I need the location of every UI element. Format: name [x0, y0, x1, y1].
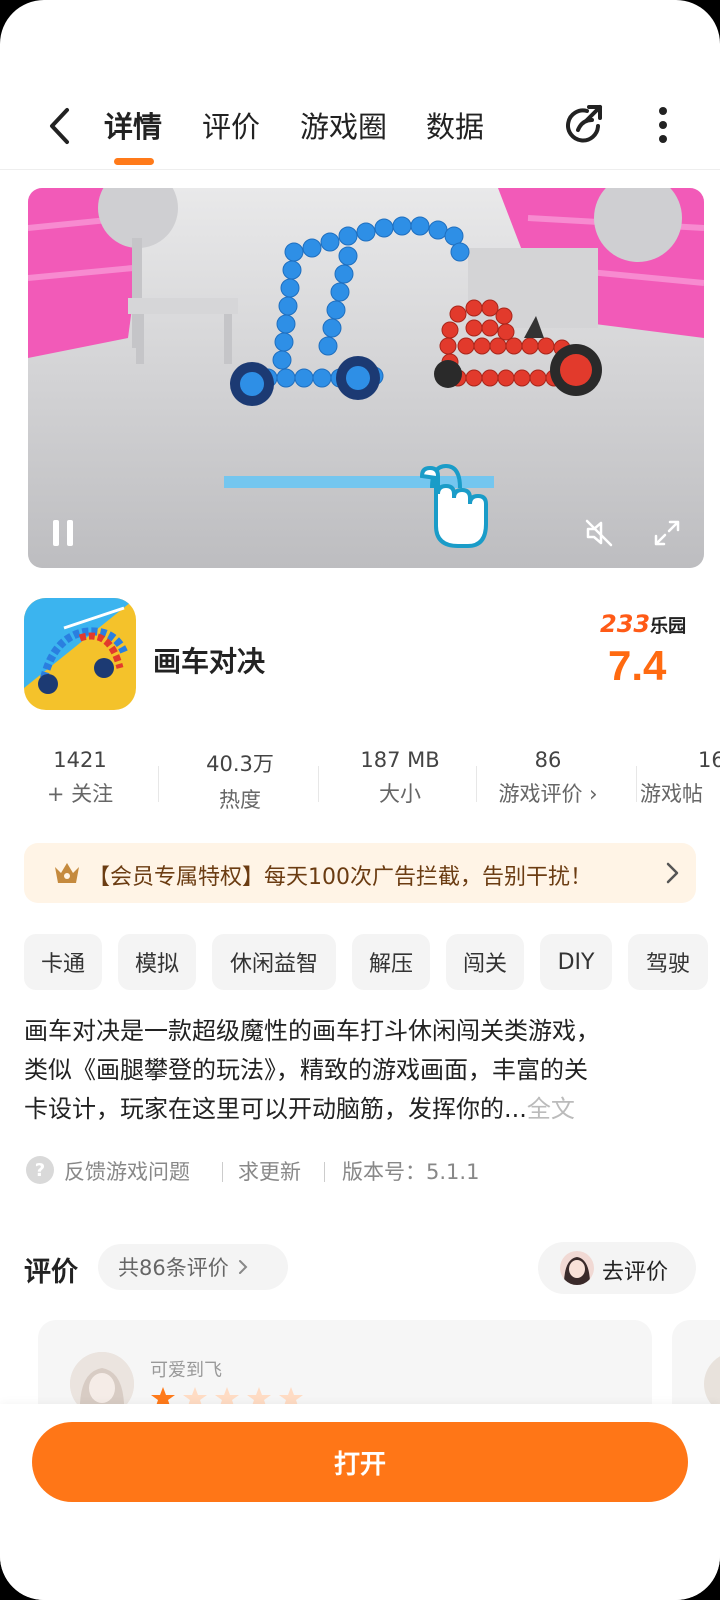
- stat-size: 187 MB 大小: [330, 748, 470, 808]
- vip-banner[interactable]: 【会员专属特权】每天100次广告拦截，告别干扰！: [24, 843, 696, 903]
- app-score: 7.4: [608, 642, 667, 689]
- tab-details[interactable]: 详情: [104, 104, 162, 146]
- video-frame: [28, 188, 704, 568]
- tab-data[interactable]: 数据: [426, 104, 484, 146]
- tag-chip[interactable]: 模拟: [118, 934, 196, 990]
- divider: [318, 766, 319, 802]
- request-update-link[interactable]: 求更新: [238, 1156, 301, 1186]
- divider: [222, 1162, 223, 1182]
- description-line: 类似《画腿攀登的玩法》，精致的游戏画面，丰富的关: [24, 1056, 588, 1084]
- stat-value: 187 MB: [360, 748, 440, 772]
- question-icon: ?: [26, 1156, 54, 1184]
- expand-description-link[interactable]: 全文: [527, 1095, 575, 1123]
- tag-chip[interactable]: DIY: [540, 934, 612, 990]
- stat-reviews[interactable]: 86 游戏评价 ›: [478, 748, 618, 808]
- tag-chip[interactable]: 解压: [352, 934, 430, 990]
- brand-number: 233: [600, 610, 651, 638]
- top-nav: 详情 评价 游戏圈 数据: [0, 96, 720, 170]
- stat-label: 热度: [219, 788, 261, 812]
- pause-icon[interactable]: [50, 518, 76, 548]
- reviews-heading: 评价: [24, 1257, 78, 1288]
- stat-value: 16: [698, 748, 720, 772]
- bottom-action-bar: 打开: [0, 1404, 720, 1600]
- share-icon[interactable]: [562, 102, 608, 148]
- divider: [476, 766, 477, 802]
- description-line: 画车对决是一款超级魔性的画车打斗休闲闯关类游戏，: [24, 1017, 600, 1045]
- description-text: 卡设计，玩家在这里可以开动脑筋，发挥你的...: [24, 1095, 527, 1123]
- stats-row: 1421 + 关注 40.3万 热度 187 MB 大小 86 游戏评价 › 1…: [0, 748, 720, 818]
- tag-chip[interactable]: 卡通: [24, 934, 102, 990]
- version-label: 版本号：5.1.1: [342, 1160, 480, 1184]
- avatar: [560, 1251, 594, 1285]
- reviewer-name: 可爱到飞: [150, 1360, 222, 1381]
- app-icon: [24, 598, 136, 710]
- chevron-right-icon: [664, 861, 680, 885]
- divider: [636, 766, 637, 802]
- stat-label: + 关注: [46, 782, 114, 806]
- write-review-button[interactable]: 去评价: [538, 1242, 696, 1294]
- description-line: 卡设计，玩家在这里可以开动脑筋，发挥你的...全文: [24, 1090, 696, 1129]
- tag-chip[interactable]: 休闲益智: [212, 934, 336, 990]
- divider: [158, 766, 159, 802]
- stat-value: 40.3万: [206, 752, 274, 776]
- stat-label: 游戏评价 ›: [498, 782, 598, 806]
- game-description: 画车对决是一款超级魔性的画车打斗休闲闯关类游戏， 类似《画腿攀登的玩法》，精致的…: [24, 1012, 696, 1129]
- tag-chip[interactable]: 驾驶: [628, 934, 708, 990]
- stat-follow[interactable]: 1421 + 关注: [10, 748, 150, 808]
- tag-chip[interactable]: 闯关: [446, 934, 524, 990]
- feedback-row: ? 反馈游戏问题 求更新 版本号：5.1.1: [24, 1154, 696, 1188]
- open-game-button[interactable]: 打开: [32, 1422, 688, 1502]
- fullscreen-icon[interactable]: [652, 518, 682, 548]
- review-count-label: 共86条评价: [118, 1256, 229, 1280]
- tab-reviews[interactable]: 评价: [202, 104, 260, 146]
- report-issue-link[interactable]: 反馈游戏问题: [64, 1156, 190, 1186]
- mute-icon[interactable]: [584, 518, 614, 548]
- back-arrow-icon[interactable]: [40, 106, 80, 146]
- app-screen: 详情 评价 游戏圈 数据 画车对决 233乐园 7.4 1421 + 关注 40…: [0, 0, 720, 1600]
- stat-heat: 40.3万 热度: [170, 748, 310, 814]
- review-count-button[interactable]: 共86条评价: [98, 1244, 288, 1290]
- vip-text: 【会员专属特权】每天100次广告拦截，告别干扰！: [88, 865, 592, 890]
- stat-label: 游戏帖: [640, 782, 703, 806]
- stat-posts[interactable]: 16 游戏帖: [640, 748, 720, 808]
- divider: [324, 1162, 325, 1182]
- chevron-right-icon: [238, 1260, 248, 1274]
- active-tab-indicator: [114, 158, 154, 165]
- write-review-label: 去评价: [602, 1260, 669, 1285]
- app-name: 画车对决: [153, 645, 266, 678]
- stat-value: 86: [534, 748, 562, 772]
- brand-name: 乐园: [650, 616, 687, 637]
- brand-logo: 233乐园: [600, 610, 692, 640]
- tab-game-circle[interactable]: 游戏圈: [300, 104, 387, 146]
- stat-value: 1421: [53, 748, 107, 772]
- stat-label: 大小: [379, 782, 421, 806]
- tag-list: 卡通 模拟 休闲益智 解压 闯关 DIY 驾驶: [24, 934, 720, 990]
- crown-icon: [52, 859, 82, 887]
- more-vert-icon[interactable]: [648, 102, 678, 148]
- video-player[interactable]: [28, 188, 704, 568]
